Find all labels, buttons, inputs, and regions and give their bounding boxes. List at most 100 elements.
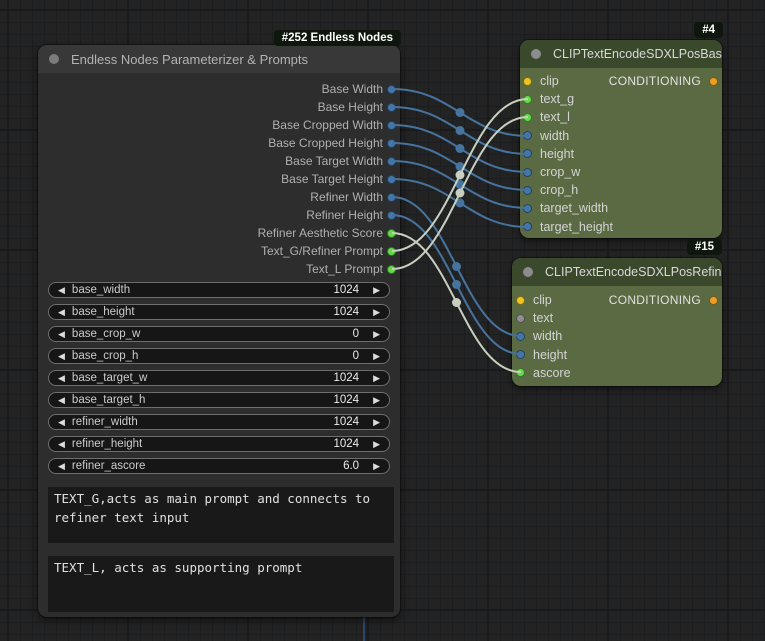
node-parameterizer[interactable]: Endless Nodes Parameterizer & Prompts Ba… bbox=[38, 45, 400, 617]
output-slot-dot[interactable] bbox=[387, 139, 396, 148]
input-slot-dot[interactable] bbox=[523, 149, 532, 158]
input-slot-dot[interactable] bbox=[523, 222, 532, 231]
link-wire[interactable] bbox=[392, 233, 521, 372]
widget-refiner-height[interactable]: ◀refiner_height1024▶ bbox=[48, 436, 390, 452]
output-slot-dot[interactable] bbox=[387, 193, 396, 202]
collapse-dot-icon[interactable] bbox=[49, 54, 59, 64]
decrement-arrow-icon[interactable]: ◀ bbox=[58, 418, 65, 427]
link-midpoint-dot[interactable] bbox=[456, 180, 465, 189]
increment-arrow-icon[interactable]: ▶ bbox=[373, 440, 380, 449]
input-slot-dot[interactable] bbox=[523, 77, 532, 86]
increment-arrow-icon[interactable]: ▶ bbox=[373, 352, 380, 361]
output-slot-dot[interactable] bbox=[387, 103, 396, 112]
widget-value[interactable]: 1024 bbox=[333, 416, 359, 428]
conditioning-slot-dot[interactable] bbox=[709, 296, 718, 305]
input-slot-dot[interactable] bbox=[523, 95, 532, 104]
node-clip-encode-base[interactable]: CLIPTextEncodeSDXLPosBase cliptext_gtext… bbox=[520, 40, 722, 238]
widget-value[interactable]: 0 bbox=[353, 328, 359, 340]
widget-refiner-width[interactable]: ◀refiner_width1024▶ bbox=[48, 414, 390, 430]
link-wire[interactable] bbox=[392, 179, 528, 227]
widget-value[interactable]: 1024 bbox=[333, 394, 359, 406]
decrement-arrow-icon[interactable]: ◀ bbox=[58, 330, 65, 339]
link-wire[interactable] bbox=[392, 143, 528, 190]
decrement-arrow-icon[interactable]: ◀ bbox=[58, 308, 65, 317]
increment-arrow-icon[interactable]: ▶ bbox=[373, 374, 380, 383]
collapse-dot-icon[interactable] bbox=[523, 267, 533, 277]
widget-base-crop-w[interactable]: ◀base_crop_w0▶ bbox=[48, 326, 390, 342]
widget-base-height[interactable]: ◀base_height1024▶ bbox=[48, 304, 390, 320]
output-slot-dot[interactable] bbox=[387, 121, 396, 130]
widget-value[interactable]: 0 bbox=[353, 350, 359, 362]
output-slot-dot[interactable] bbox=[387, 247, 396, 256]
output-slot-dot[interactable] bbox=[387, 211, 396, 220]
widget-base-crop-h[interactable]: ◀base_crop_h0▶ bbox=[48, 348, 390, 364]
widget-value[interactable]: 1024 bbox=[333, 372, 359, 384]
node-parameterizer-titlebar[interactable]: Endless Nodes Parameterizer & Prompts bbox=[38, 45, 400, 73]
link-midpoint-dot[interactable] bbox=[456, 126, 465, 135]
text-g-prompt-textarea[interactable]: TEXT_G,acts as main prompt and connects … bbox=[48, 487, 394, 543]
collapse-dot-icon[interactable] bbox=[531, 49, 541, 59]
text-l-prompt-textarea[interactable]: TEXT_L, acts as supporting prompt bbox=[48, 556, 394, 612]
link-wire[interactable] bbox=[392, 215, 521, 354]
output-slot-base-target-height: Base Target Height bbox=[46, 170, 400, 188]
increment-arrow-icon[interactable]: ▶ bbox=[373, 396, 380, 405]
increment-arrow-icon[interactable]: ▶ bbox=[373, 330, 380, 339]
increment-arrow-icon[interactable]: ▶ bbox=[373, 418, 380, 427]
link-midpoint-dot[interactable] bbox=[452, 262, 461, 271]
widget-value[interactable]: 1024 bbox=[333, 306, 359, 318]
input-slot-dot[interactable] bbox=[516, 368, 525, 377]
link-midpoint-dot[interactable] bbox=[456, 199, 465, 208]
decrement-arrow-icon[interactable]: ◀ bbox=[58, 374, 65, 383]
output-slot-dot[interactable] bbox=[387, 265, 396, 274]
link-midpoint-dot[interactable] bbox=[456, 189, 465, 198]
increment-arrow-icon[interactable]: ▶ bbox=[373, 286, 380, 295]
widget-base-target-h[interactable]: ◀base_target_h1024▶ bbox=[48, 392, 390, 408]
input-slot-dot[interactable] bbox=[516, 332, 525, 341]
output-slot-dot[interactable] bbox=[387, 157, 396, 166]
increment-arrow-icon[interactable]: ▶ bbox=[373, 462, 380, 471]
link-wire[interactable] bbox=[392, 99, 528, 251]
decrement-arrow-icon[interactable]: ◀ bbox=[58, 352, 65, 361]
decrement-arrow-icon[interactable]: ◀ bbox=[58, 462, 65, 471]
link-wire[interactable] bbox=[392, 161, 528, 208]
widget-refiner-ascore[interactable]: ◀refiner_ascore6.0▶ bbox=[48, 458, 390, 474]
node-graph-canvas[interactable]: #252 Endless Nodes #4 #15 Endless Nodes … bbox=[0, 0, 765, 641]
increment-arrow-icon[interactable]: ▶ bbox=[373, 308, 380, 317]
output-slot-dot[interactable] bbox=[387, 175, 396, 184]
input-slot-dot[interactable] bbox=[523, 168, 532, 177]
link-wire[interactable] bbox=[392, 125, 528, 172]
decrement-arrow-icon[interactable]: ◀ bbox=[58, 396, 65, 405]
widget-value[interactable]: 6.0 bbox=[343, 460, 359, 472]
link-midpoint-dot[interactable] bbox=[452, 298, 461, 307]
conditioning-slot-dot[interactable] bbox=[709, 77, 718, 86]
output-slot-dot[interactable] bbox=[387, 229, 396, 238]
node-clip-refiner-titlebar[interactable]: CLIPTextEncodeSDXLPosRefiner bbox=[512, 258, 722, 286]
link-midpoint-dot[interactable] bbox=[456, 171, 465, 180]
widget-base-width[interactable]: ◀base_width1024▶ bbox=[48, 282, 390, 298]
input-slot-target-height: target_height bbox=[520, 218, 722, 236]
input-slot-dot[interactable] bbox=[516, 350, 525, 359]
link-midpoint-dot[interactable] bbox=[456, 162, 465, 171]
widget-value[interactable]: 1024 bbox=[333, 284, 359, 296]
link-wire[interactable] bbox=[392, 107, 528, 154]
link-wire[interactable] bbox=[392, 117, 528, 269]
link-midpoint-dot[interactable] bbox=[456, 144, 465, 153]
link-midpoint-dot[interactable] bbox=[456, 108, 465, 117]
decrement-arrow-icon[interactable]: ◀ bbox=[58, 286, 65, 295]
input-slot-dot[interactable] bbox=[516, 314, 525, 323]
input-slot-text-g: text_g bbox=[520, 90, 722, 108]
link-wire[interactable] bbox=[392, 197, 521, 336]
link-wire[interactable] bbox=[392, 89, 528, 136]
input-slot-dot[interactable] bbox=[523, 131, 532, 140]
link-midpoint-dot[interactable] bbox=[452, 280, 461, 289]
node-clip-base-titlebar[interactable]: CLIPTextEncodeSDXLPosBase bbox=[520, 40, 722, 68]
widget-value[interactable]: 1024 bbox=[333, 438, 359, 450]
input-slot-dot[interactable] bbox=[516, 296, 525, 305]
decrement-arrow-icon[interactable]: ◀ bbox=[58, 440, 65, 449]
widget-base-target-w[interactable]: ◀base_target_w1024▶ bbox=[48, 370, 390, 386]
input-slot-dot[interactable] bbox=[523, 186, 532, 195]
input-slot-dot[interactable] bbox=[523, 204, 532, 213]
input-slot-dot[interactable] bbox=[523, 113, 532, 122]
node-clip-encode-refiner[interactable]: CLIPTextEncodeSDXLPosRefiner cliptextwid… bbox=[512, 258, 722, 386]
output-slot-dot[interactable] bbox=[387, 85, 396, 94]
